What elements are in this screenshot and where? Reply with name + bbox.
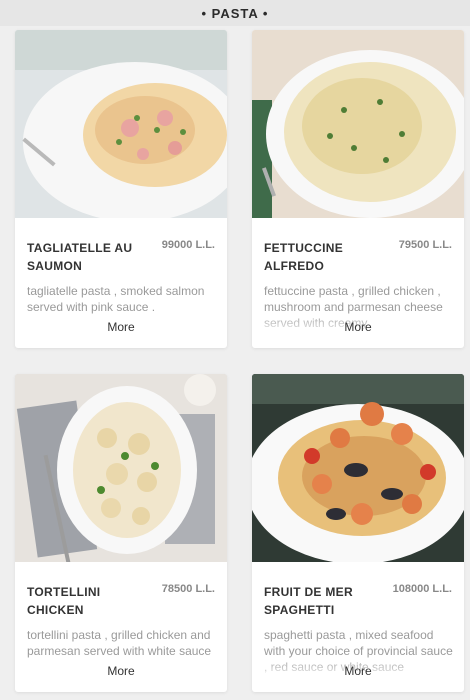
section-header: • PASTA • [0, 0, 470, 26]
menu-item-card[interactable]: TORTELLINI CHICKEN 78500 L.L. tortellini… [15, 374, 227, 692]
dish-name: TORTELLINI CHICKEN [27, 585, 101, 617]
dish-price: 99000 L.L. [161, 239, 215, 251]
dish-photo [15, 374, 227, 562]
dish-photo [252, 30, 464, 218]
dish-photo [15, 30, 227, 218]
dish-price: 78500 L.L. [161, 583, 215, 595]
menu-item-card[interactable]: FETTUCCINE ALFREDO 79500 L.L. fettuccine… [252, 30, 464, 348]
menu-item-card[interactable]: TAGLIATELLE AU SAUMON 99000 L.L. tagliat… [15, 30, 227, 348]
menu-item-card[interactable]: FRUIT DE MER SPAGHETTI 108000 L.L. spagh… [252, 374, 464, 692]
dish-photo [252, 374, 464, 562]
more-button[interactable]: More [252, 320, 464, 334]
dish-name: FRUIT DE MER SPAGHETTI [264, 585, 353, 617]
dish-name: TAGLIATELLE AU SAUMON [27, 241, 133, 273]
dish-name: FETTUCCINE ALFREDO [264, 241, 343, 273]
dish-price: 79500 L.L. [398, 239, 452, 251]
more-button[interactable]: More [15, 664, 227, 678]
section-title: • PASTA • [201, 5, 269, 21]
more-button[interactable]: More [252, 664, 464, 678]
more-button[interactable]: More [15, 320, 227, 334]
dish-price: 108000 L.L. [392, 583, 452, 595]
